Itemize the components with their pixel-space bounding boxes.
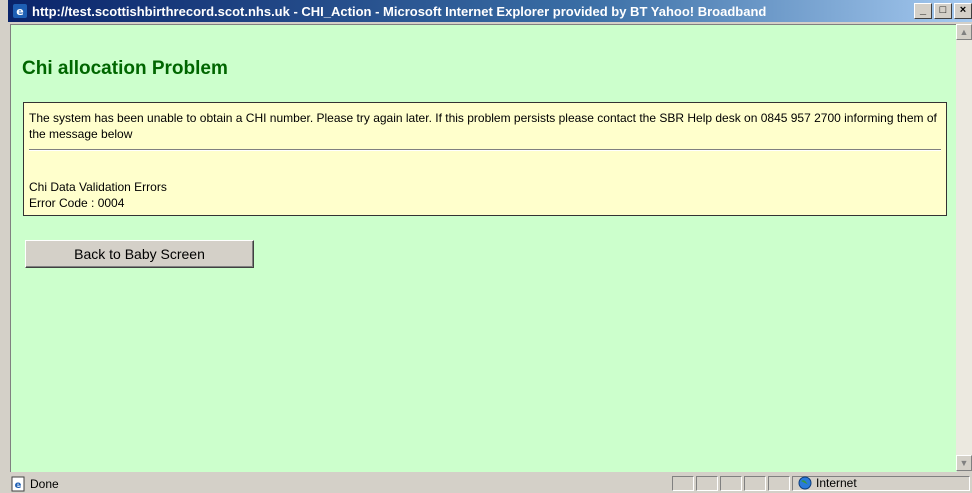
- status-panel: [672, 476, 694, 491]
- globe-icon: [798, 476, 812, 490]
- svg-text:e: e: [16, 5, 23, 18]
- close-button[interactable]: ×: [954, 3, 972, 19]
- status-panel: [720, 476, 742, 491]
- message-divider: [29, 149, 941, 151]
- page-done-icon: e: [11, 476, 25, 492]
- window-title: http://test.scottishbirthrecord.scot.nhs…: [32, 3, 767, 19]
- back-to-baby-screen-button[interactable]: Back to Baby Screen: [25, 240, 254, 268]
- window-left-edge: [0, 0, 8, 493]
- error-message-box: The system has been unable to obtain a C…: [23, 102, 947, 216]
- window-controls: _ □ ×: [914, 3, 972, 19]
- page-content: Chi allocation Problem The system has be…: [10, 24, 957, 472]
- page-title: Chi allocation Problem: [22, 58, 228, 79]
- status-bar: e Done Internet: [8, 475, 972, 493]
- status-panel: [696, 476, 718, 491]
- browser-window: e http://test.scottishbirthrecord.scot.n…: [0, 0, 972, 493]
- status-panel: [768, 476, 790, 491]
- status-panel: [744, 476, 766, 491]
- status-text: Done: [30, 477, 59, 491]
- scroll-down-icon[interactable]: ▼: [956, 455, 972, 471]
- ie-logo-icon: e: [13, 4, 27, 18]
- title-bar[interactable]: e http://test.scottishbirthrecord.scot.n…: [8, 0, 972, 22]
- zone-label: Internet: [816, 476, 857, 490]
- maximize-button[interactable]: □: [934, 3, 952, 19]
- svg-text:e: e: [15, 480, 22, 491]
- vertical-scrollbar[interactable]: ▲ ▼: [956, 24, 972, 471]
- error-title: Chi Data Validation Errors: [29, 180, 167, 194]
- error-message-text: The system has been unable to obtain a C…: [29, 111, 937, 141]
- security-zone: Internet: [798, 476, 857, 490]
- minimize-button[interactable]: _: [914, 3, 932, 19]
- scroll-up-icon[interactable]: ▲: [956, 24, 972, 40]
- error-code: Error Code : 0004: [29, 196, 125, 210]
